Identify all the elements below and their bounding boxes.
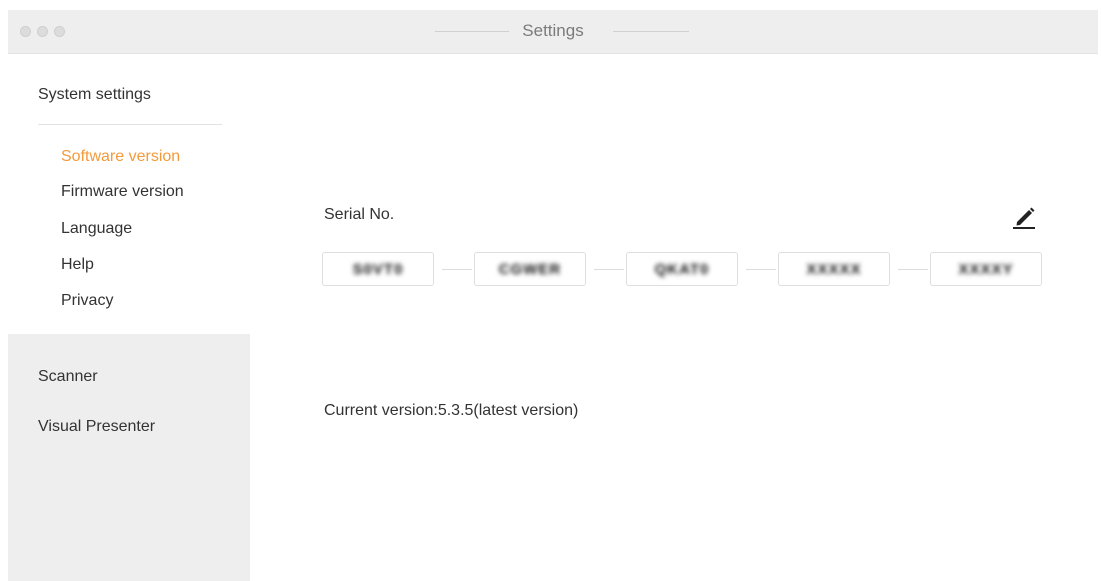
- submenu-item-firmware-version[interactable]: Firmware version: [61, 183, 184, 201]
- serial-separator: [442, 269, 472, 270]
- submenu-item-help[interactable]: Help: [61, 256, 94, 274]
- window-title: Settings: [522, 21, 584, 40]
- sidebar-system-section: System settings Software version Firmwar…: [8, 54, 250, 334]
- settings-window: Settings System settings Software versio…: [8, 10, 1098, 581]
- pencil-icon[interactable]: [1010, 202, 1038, 230]
- sidebar-item-visual-presenter[interactable]: Visual Presenter: [38, 418, 155, 436]
- current-version-text: Current version:5.3.5(latest version): [324, 402, 579, 419]
- serial-separator: [594, 269, 624, 270]
- submenu-item-language[interactable]: Language: [61, 220, 132, 238]
- serial-separator: [898, 269, 928, 270]
- serial-field-3-value: QKAT0: [654, 261, 710, 278]
- title-bar: Settings: [8, 10, 1098, 54]
- sidebar-categories: Scanner Visual Presenter: [8, 334, 250, 581]
- serial-field-4-value: XXXXX: [806, 261, 862, 278]
- submenu-item-software-version[interactable]: Software version: [61, 148, 180, 166]
- serial-field-4[interactable]: XXXXX: [778, 252, 890, 286]
- software-version-panel: Serial No. S0VT0 CGWER QKAT0 XXXXX XXXXY…: [250, 54, 1098, 581]
- title-divider-right: [613, 31, 689, 32]
- serial-field-1-value: S0VT0: [352, 261, 404, 278]
- sidebar-item-scanner[interactable]: Scanner: [38, 368, 98, 386]
- serial-number-fields: S0VT0 CGWER QKAT0 XXXXX XXXXY: [322, 252, 1044, 288]
- sidebar-item-system-settings[interactable]: System settings: [38, 86, 151, 104]
- serial-separator: [746, 269, 776, 270]
- serial-field-2-value: CGWER: [498, 261, 562, 278]
- submenu-item-privacy[interactable]: Privacy: [61, 292, 113, 310]
- serial-field-2[interactable]: CGWER: [474, 252, 586, 286]
- serial-number-label: Serial No.: [324, 206, 395, 223]
- serial-field-5[interactable]: XXXXY: [930, 252, 1042, 286]
- serial-field-5-value: XXXXY: [958, 261, 1014, 278]
- serial-field-3[interactable]: QKAT0: [626, 252, 738, 286]
- sidebar-divider: [38, 124, 222, 125]
- serial-field-1[interactable]: S0VT0: [322, 252, 434, 286]
